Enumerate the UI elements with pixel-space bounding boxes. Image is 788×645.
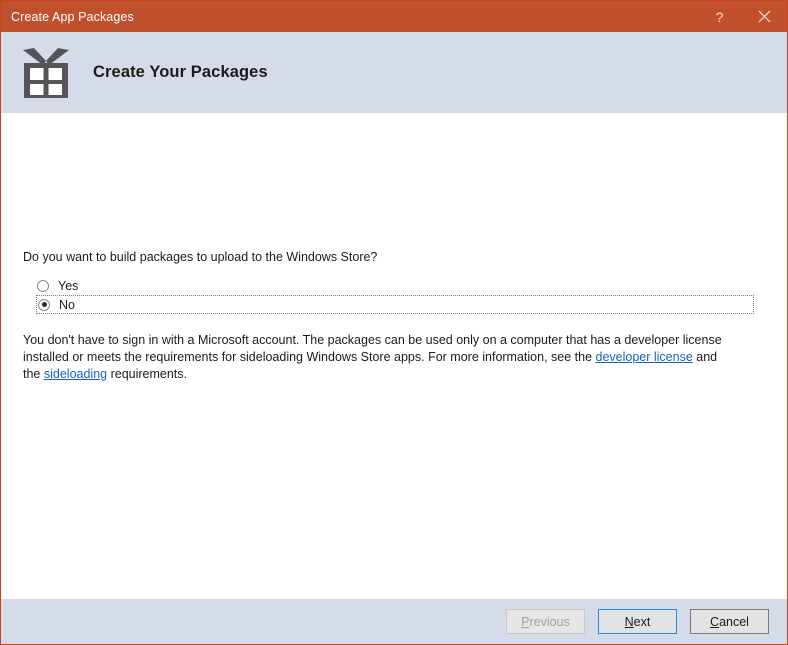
previous-button[interactable]: Previous bbox=[506, 609, 585, 634]
close-icon[interactable] bbox=[742, 1, 787, 32]
radio-option-yes[interactable]: Yes bbox=[37, 277, 78, 294]
cancel-rest: ancel bbox=[719, 614, 749, 629]
window-controls: ? bbox=[697, 1, 787, 32]
help-icon[interactable]: ? bbox=[697, 1, 742, 32]
page-title: Create Your Packages bbox=[93, 63, 268, 81]
next-accel: N bbox=[624, 614, 634, 629]
radio-no-label: No bbox=[59, 297, 75, 312]
radio-no-mark[interactable] bbox=[38, 298, 50, 311]
gift-box-icon bbox=[20, 47, 72, 99]
description-part-3: requirements. bbox=[107, 367, 188, 381]
previous-accel: P bbox=[521, 614, 530, 629]
title-bar: Create App Packages ? bbox=[1, 1, 787, 32]
help-glyph: ? bbox=[715, 8, 724, 25]
cancel-button[interactable]: Cancel bbox=[690, 609, 769, 634]
next-button[interactable]: Next bbox=[598, 609, 677, 634]
developer-license-link[interactable]: developer license bbox=[596, 350, 693, 364]
radio-option-no[interactable]: No bbox=[36, 295, 754, 314]
create-app-packages-dialog: Create App Packages ? Create Your Packag… bbox=[0, 0, 788, 645]
sideloading-link[interactable]: sideloading bbox=[44, 367, 107, 381]
question-label: Do you want to build packages to upload … bbox=[23, 250, 378, 264]
radio-yes-label: Yes bbox=[58, 278, 79, 293]
description-text: You don't have to sign in with a Microso… bbox=[23, 332, 723, 383]
radio-yes-mark[interactable] bbox=[37, 279, 49, 292]
dialog-header: Create Your Packages bbox=[1, 32, 787, 113]
previous-rest: revious bbox=[529, 614, 570, 629]
window-title: Create App Packages bbox=[11, 9, 134, 24]
dialog-footer: Previous Next Cancel bbox=[1, 599, 787, 644]
cancel-accel: C bbox=[710, 614, 720, 629]
next-rest: ext bbox=[633, 614, 651, 629]
dialog-body: Do you want to build packages to upload … bbox=[1, 113, 787, 599]
